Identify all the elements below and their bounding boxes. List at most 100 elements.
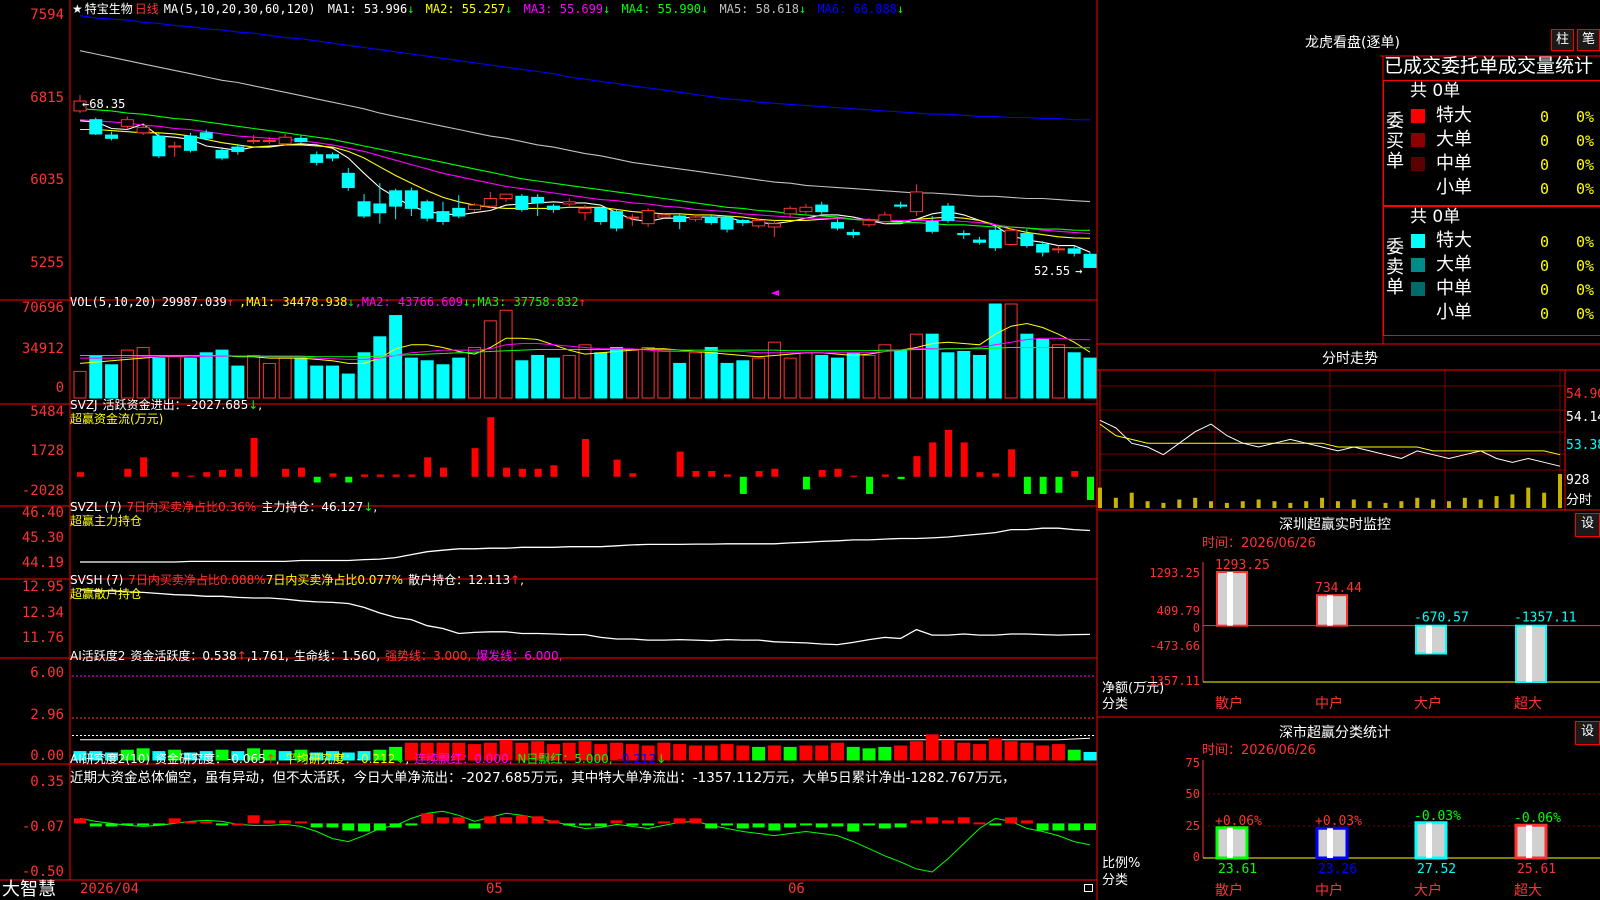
svzj-label: SVZJ: [70, 398, 98, 412]
volume-bar-22: [404, 357, 418, 399]
candle-body-9: [199, 132, 213, 139]
candle-body-7: [168, 145, 182, 148]
volume-bar-41: [704, 346, 718, 399]
ai1-activity-value: 0.538: [202, 649, 237, 663]
candle-body-3: [105, 134, 119, 139]
volume-bar-13: [262, 362, 276, 399]
ai2-avg-label: 平均研究度：: [284, 752, 357, 766]
flow-bar-28: [503, 467, 511, 477]
candle-body-40: [688, 216, 702, 220]
buy-row-pct-1: 0%: [1576, 108, 1595, 126]
low-price-label: 52.55 →: [1034, 264, 1083, 278]
lock-icon[interactable]: [1084, 884, 1093, 892]
svzl-arrow: ↓: [363, 500, 374, 514]
brand-logo[interactable]: 大智慧: [2, 880, 56, 900]
flow-bar-45: [771, 468, 779, 477]
svzj-legend: SVZJ 活跃资金进出：-2027.685↓,: [70, 398, 263, 412]
ma-legend-arrow-3: ↓: [603, 2, 611, 16]
candle-body-27: [483, 198, 497, 207]
monitor-settings-button[interactable]: 设: [1575, 513, 1600, 537]
stats-title: 深市超赢分类统计: [1279, 725, 1391, 741]
svsh-legend: SVSH (7) 7日内买卖净占比0.088%7日内买卖净占比0.077% 散户持仓…: [70, 573, 524, 587]
volume-bar-34: [594, 352, 608, 399]
flow-bar-27: [487, 417, 495, 477]
intraday-volume-bar-1: [1098, 487, 1102, 508]
stats-bar-shine-3: [1426, 822, 1432, 858]
intraday-price-1: 54.90: [1566, 387, 1600, 402]
flow-bar-7: [171, 472, 179, 477]
research-bar-44: [752, 823, 765, 828]
candle-body-26: [468, 204, 482, 210]
research-bar-18: [342, 823, 355, 831]
vol-ytick-1: 70696: [21, 300, 64, 316]
activity-bar-62: [1036, 745, 1050, 761]
stock-name[interactable]: 特宝生物: [85, 2, 133, 16]
intraday-volume-bar-11: [1256, 499, 1261, 508]
research-bar-34: [594, 823, 607, 827]
flow-bar-53: [897, 476, 905, 480]
volume-bar-43: [736, 360, 750, 399]
candle-body-47: [799, 206, 813, 213]
research-bar-42: [721, 823, 734, 826]
volume-bar-21: [389, 315, 403, 399]
svsh-label: SVSH (7): [70, 573, 124, 587]
buy-total: 共 0单: [1410, 81, 1461, 101]
stats-settings-button[interactable]: 设: [1575, 721, 1600, 745]
ma-params: MA(5,10,20,30,60,120): [163, 2, 316, 16]
candle-body-60: [1004, 229, 1018, 245]
flow-bar-60: [1008, 449, 1016, 477]
svzl-label: SVZL (7): [70, 500, 122, 514]
volume-bar-58: [973, 354, 987, 399]
sell-row-count-3: 0: [1540, 281, 1550, 299]
activity-bar-61: [1020, 742, 1034, 761]
svzl-hold-label: 主力持仓：: [261, 500, 322, 514]
monitor-cat-3: 大户: [1414, 696, 1442, 712]
flow-bar-56: [944, 429, 952, 477]
intraday-volume-bar-18: [1367, 501, 1372, 508]
svzl-ytick-2: 45.30: [21, 530, 64, 546]
vol-value: 29987.039: [161, 295, 227, 309]
candle-body-35: [610, 211, 624, 229]
monitor-title: 深圳超赢实时监控: [1279, 517, 1391, 533]
activity-bar-59: [988, 738, 1002, 761]
stats-cat-4: 超大: [1514, 883, 1542, 899]
ma-legend-2: MA2: 55.257: [418, 2, 506, 16]
flow-bar-9: [203, 472, 211, 477]
intraday-volume-bar-7: [1193, 497, 1198, 508]
intraday-frame: [1099, 369, 1566, 511]
volume-bar-52: [878, 344, 892, 399]
candle-body-22: [404, 190, 418, 209]
svsh-hold-label: 散户持仓：: [408, 573, 469, 587]
activity-bar-65: [1083, 751, 1097, 761]
ma-legend-arrow-5: ↓: [798, 2, 807, 16]
research-bar-12: [247, 815, 260, 824]
candle-body-21: [389, 190, 403, 207]
svsh-value: 12.113: [468, 573, 511, 587]
flow-bar-64: [1071, 471, 1079, 477]
intraday-volume-bar-29: [1542, 492, 1547, 508]
tick-mode-button[interactable]: 笔: [1577, 29, 1600, 51]
candle-body-53: [894, 204, 908, 207]
ai2-research-value: -0.065: [227, 752, 266, 766]
monitor-bar-shine-2: [1327, 595, 1333, 626]
x-month-05: 05: [486, 881, 503, 897]
ai2-comment: 近期大资金总体偏空，虽有异动，但不太活跃，今日大单净流出：-2027.685万元…: [70, 770, 1016, 786]
flow-bar-39: [676, 451, 684, 477]
monitor-value-label-1: 1293.25: [1215, 558, 1270, 573]
buy-row-count-4: 0: [1540, 180, 1550, 198]
research-bar-65: [1084, 823, 1096, 830]
research-bar-25: [452, 817, 465, 824]
flow-bar-15: [297, 467, 305, 477]
bar-mode-button[interactable]: 柱: [1551, 29, 1574, 51]
period-label[interactable]: 日线: [135, 2, 159, 16]
intraday-volume-bar-8: [1209, 501, 1214, 508]
x-month-06: 06: [788, 881, 805, 897]
research-bar-38: [657, 821, 670, 824]
research-bar-13: [263, 820, 276, 824]
flow-bar-52: [881, 474, 889, 477]
volume-bar-24: [436, 364, 450, 399]
intraday-volume-bar-26: [1494, 496, 1499, 508]
ma-legend-arrow-1: ↓: [407, 2, 415, 16]
star-icon[interactable]: ★: [72, 2, 83, 16]
cursor-marker: [771, 290, 779, 296]
